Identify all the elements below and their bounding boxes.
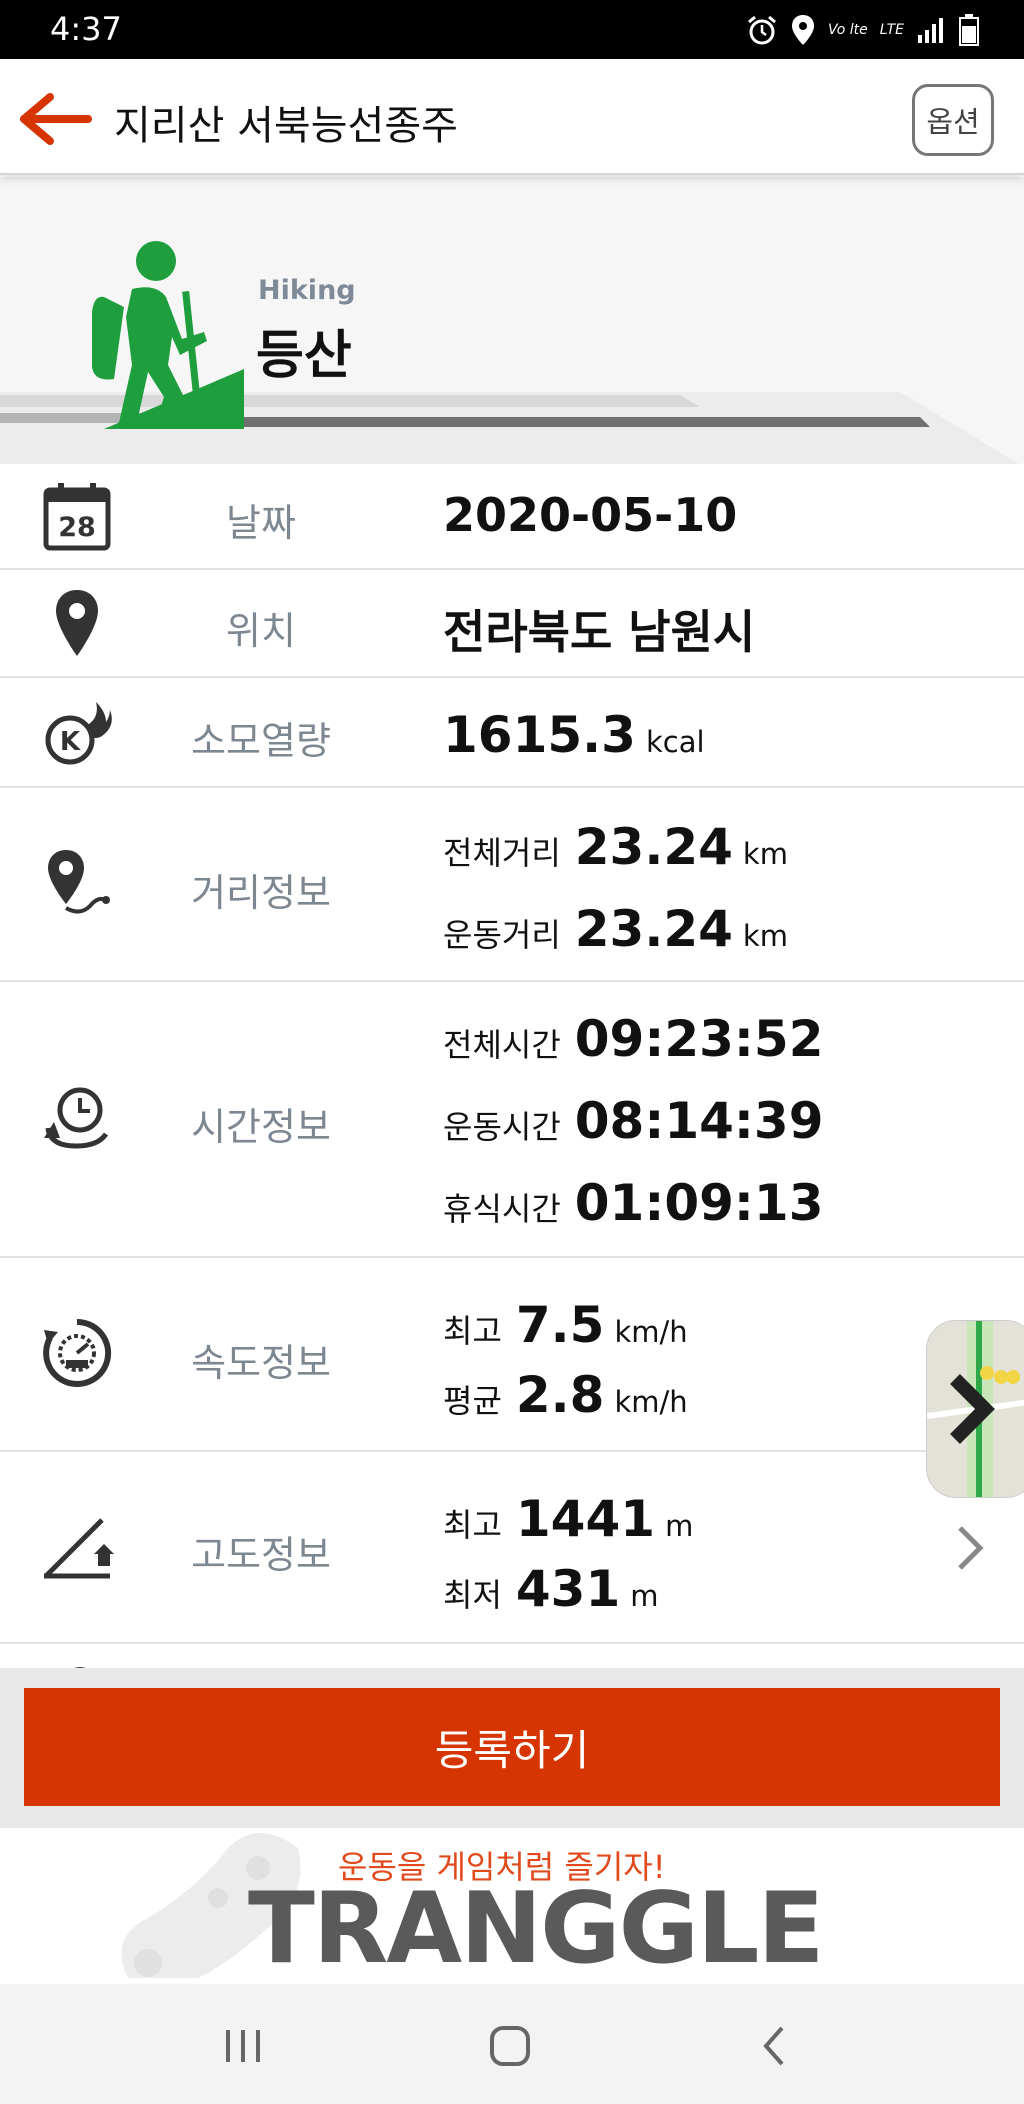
date-value: 2020-05-10 — [443, 488, 738, 542]
lte-indicator: LTE — [879, 22, 904, 38]
location-status-icon — [791, 15, 814, 45]
total-time-line: 전체시간 09:23:52 — [443, 1010, 824, 1068]
speed-label: 속도정보 — [191, 1341, 331, 1385]
date-label: 날짜 — [226, 501, 296, 545]
total-distance-value: 23.24 — [574, 818, 733, 876]
svg-text:K: K — [60, 727, 81, 757]
avg-speed-unit: km/h — [614, 1385, 688, 1419]
activity-hero: Hiking 등산 — [0, 177, 1024, 464]
min-altitude-value: 431 — [515, 1560, 621, 1618]
speed-row[interactable]: 속도정보 최고 7.5 km/h 평균 2.8 km/h — [0, 1258, 1024, 1452]
moving-distance-line: 운동거리 23.24 km — [443, 900, 788, 958]
calories-label: 소모열량 — [191, 719, 331, 763]
calories-row: K 소모열량 1615.3 kcal — [0, 678, 1024, 788]
rest-time-label: 휴식시간 — [443, 1190, 561, 1228]
activity-type-english: Hiking — [258, 275, 356, 306]
hiker-icon — [92, 241, 244, 429]
calendar-icon: 28 — [43, 483, 111, 551]
status-time: 4:37 — [50, 10, 122, 48]
altitude-label: 고도정보 — [191, 1533, 331, 1577]
moving-time-label: 운동시간 — [443, 1108, 561, 1146]
status-icons: Vo lte LTE — [746, 12, 980, 48]
location-label: 위치 — [226, 609, 296, 653]
system-navigation-bar — [0, 1984, 1024, 2104]
tranggle-banner[interactable]: 운동을 게임처럼 즐기자! TRANGGLE — [0, 1828, 1024, 1984]
total-time-value: 09:23:52 — [574, 1010, 824, 1068]
moving-time-value: 08:14:39 — [574, 1092, 824, 1150]
max-altitude-value: 1441 — [515, 1490, 656, 1548]
total-distance-unit: km — [742, 837, 788, 871]
home-icon[interactable] — [486, 2024, 534, 2068]
chevron-right-icon[interactable] — [948, 1518, 994, 1578]
max-speed-label: 최고 — [443, 1312, 502, 1350]
distance-row: 거리정보 전체거리 23.24 km 운동거리 23.24 km — [0, 788, 1024, 982]
location-value: 전라북도 남원시 — [443, 605, 756, 659]
volte-indicator: Vo lte — [827, 22, 868, 38]
map-thumbnail[interactable] — [926, 1320, 1024, 1498]
max-altitude-line: 최고 1441 m — [443, 1490, 693, 1548]
max-speed-unit: km/h — [614, 1315, 688, 1349]
alarm-icon — [748, 15, 776, 45]
location-row: 위치 전라북도 남원시 — [0, 570, 1024, 678]
max-altitude-label: 최고 — [443, 1506, 502, 1544]
min-altitude-line: 최저 431 m — [443, 1560, 659, 1618]
calendar-day-text: 28 — [58, 512, 96, 543]
max-speed-line: 최고 7.5 km/h — [443, 1296, 688, 1354]
time-clock-icon — [44, 1087, 109, 1149]
app-header: 지리산 서북능선종주 옵션 — [0, 59, 1024, 175]
location-pin-icon — [56, 590, 98, 656]
page-title: 지리산 서북능선종주 — [114, 103, 458, 149]
back-arrow-icon[interactable] — [18, 89, 92, 149]
app-screen: 4:37 Vo lte LTE 지리산 서북능선종주 옵션 Hiking 등산 … — [0, 0, 1024, 2104]
rest-time-value: 01:09:13 — [574, 1174, 824, 1232]
battery-icon — [959, 14, 979, 46]
date-row: 28 날짜 2020-05-10 — [0, 464, 1024, 570]
calorie-flame-icon: K — [45, 702, 112, 765]
status-bar: 4:37 Vo lte LTE — [0, 0, 1024, 59]
option-button[interactable]: 옵션 — [912, 84, 994, 156]
distance-label: 거리정보 — [191, 871, 331, 915]
avg-speed-value: 2.8 — [515, 1366, 605, 1424]
calories-value: 1615.3 — [443, 706, 636, 764]
tranggle-logo: TRANGGLE — [248, 1872, 824, 1984]
moving-distance-label: 운동거리 — [443, 916, 561, 954]
total-distance-label: 전체거리 — [443, 834, 561, 872]
max-speed-value: 7.5 — [515, 1296, 605, 1354]
calories-line: 1615.3 kcal — [443, 706, 705, 764]
avg-speed-line: 평균 2.8 km/h — [443, 1366, 688, 1424]
register-button[interactable]: 등록하기 — [24, 1688, 1000, 1806]
rest-time-line: 휴식시간 01:09:13 — [443, 1174, 824, 1232]
total-time-label: 전체시간 — [443, 1026, 561, 1064]
altitude-row[interactable]: 고도정보 최고 1441 m 최저 431 m — [0, 1452, 1024, 1644]
activity-type-korean: 등산 — [256, 326, 352, 386]
back-nav-icon[interactable] — [760, 2024, 790, 2068]
time-row: 시간정보 전체시간 09:23:52 운동시간 08:14:39 휴식시간 01:09… — [0, 982, 1024, 1258]
distance-route-icon — [48, 850, 110, 914]
speedometer-icon — [43, 1318, 112, 1387]
time-label: 시간정보 — [191, 1105, 331, 1149]
min-altitude-unit: m — [630, 1579, 659, 1613]
moving-time-line: 운동시간 08:14:39 — [443, 1092, 824, 1150]
altitude-slope-icon — [44, 1518, 114, 1579]
max-altitude-unit: m — [665, 1509, 694, 1543]
moving-distance-value: 23.24 — [574, 900, 733, 958]
avg-speed-label: 평균 — [443, 1382, 502, 1420]
signal-icon — [918, 18, 943, 43]
min-altitude-label: 최저 — [443, 1576, 502, 1614]
map-thumbnail-graphic — [927, 1321, 1024, 1497]
moving-distance-unit: km — [742, 919, 788, 953]
recent-apps-icon[interactable] — [222, 2026, 264, 2066]
calories-unit: kcal — [645, 725, 705, 759]
total-distance-line: 전체거리 23.24 km — [443, 818, 788, 876]
